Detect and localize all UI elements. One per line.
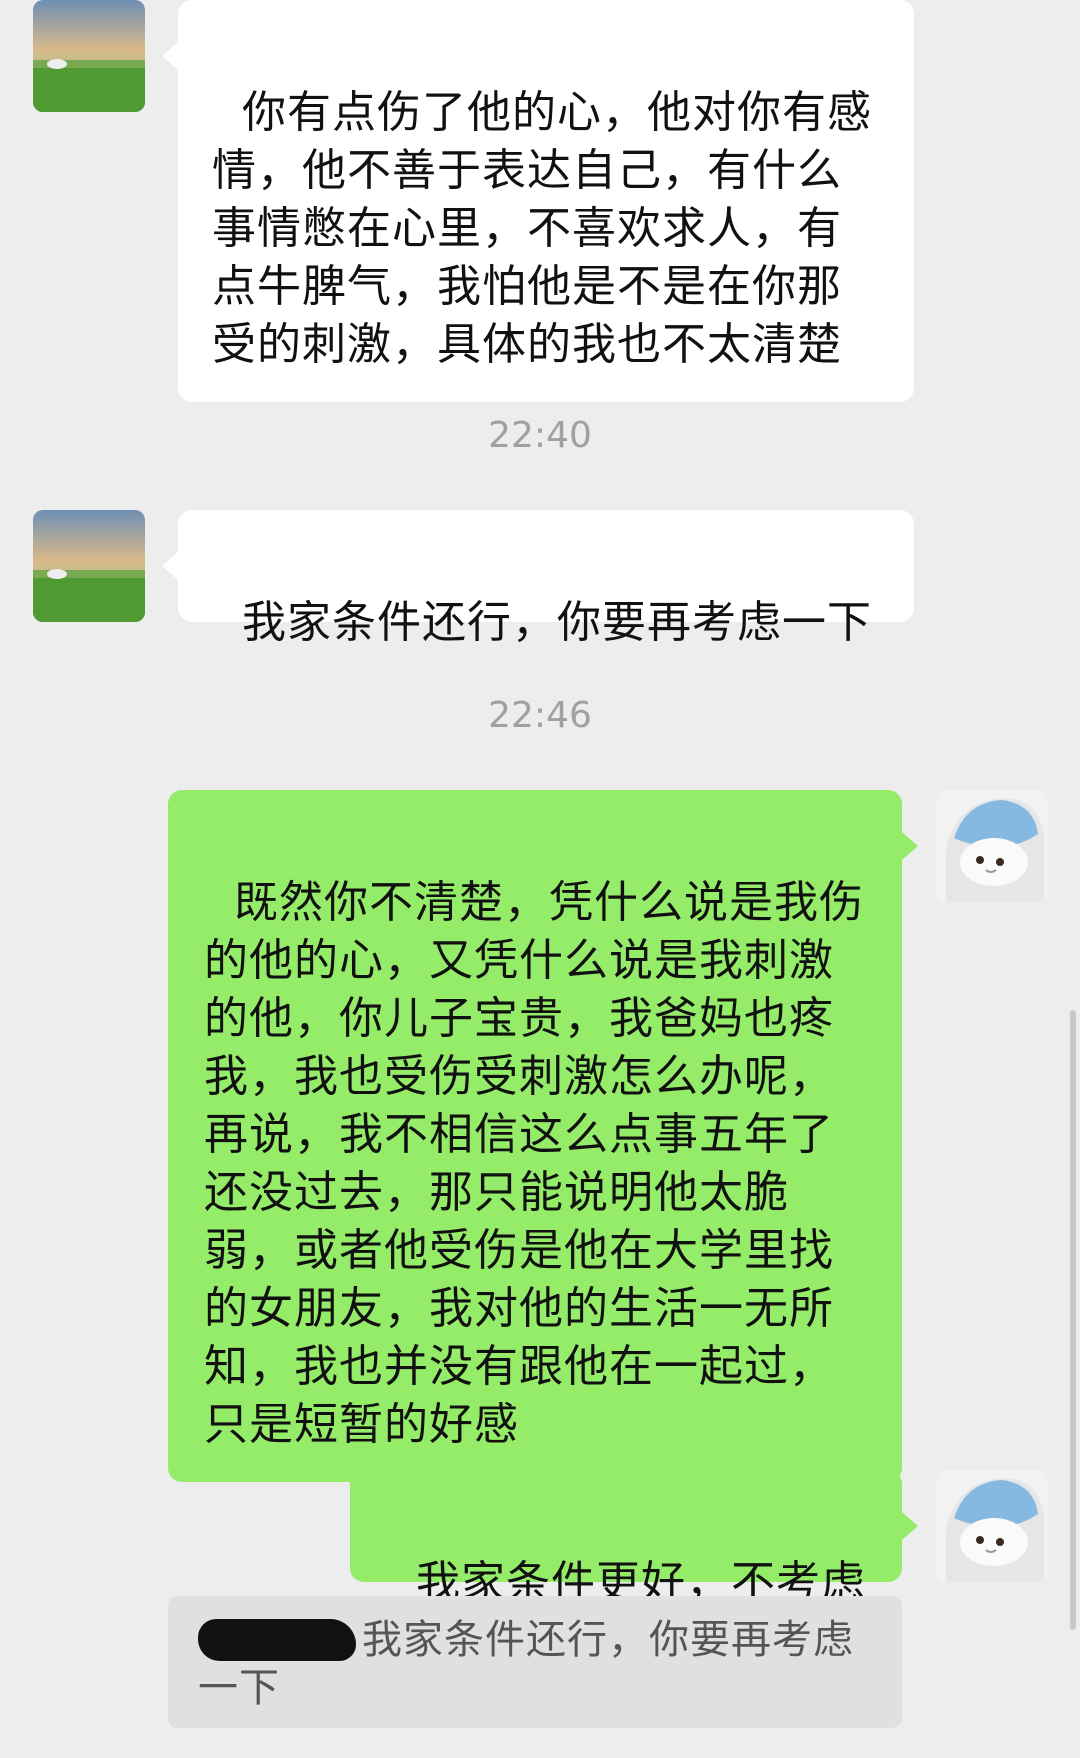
incoming-message-bubble[interactable]: 你有点伤了他的心，他对你有感情，他不善于表达自己，有什么事情憋在心里，不喜欢求人… [162, 0, 914, 402]
redacted-sender-name [198, 1619, 356, 1661]
self-avatar[interactable] [936, 1470, 1048, 1582]
message-text: 你有点伤了他的心，他对你有感情，他不善于表达自己，有什么事情憋在心里，不喜欢求人… [212, 87, 872, 370]
contact-avatar[interactable] [33, 510, 145, 622]
plush-toy-avatar-icon [936, 790, 1048, 902]
timestamp: 22:40 [488, 415, 592, 456]
outgoing-message-bubble[interactable]: 我家条件更好，不考虑 [350, 1470, 918, 1608]
quoted-message[interactable]: 我家条件还行，你要再考虑一下 [168, 1596, 902, 1728]
timestamp: 22:46 [488, 695, 592, 736]
grassland-avatar-icon [33, 510, 145, 622]
grassland-avatar-icon [33, 0, 145, 112]
self-avatar[interactable] [936, 790, 1048, 902]
outgoing-message-bubble[interactable]: 既然你不清楚，凭什么说是我伤的他的心，又凭什么说是我刺激的他，你儿子宝贵，我爸妈… [168, 790, 918, 1482]
scrollbar[interactable] [1070, 1010, 1076, 1630]
incoming-message-bubble[interactable]: 我家条件还行，你要再考虑一下 [162, 510, 914, 648]
contact-avatar[interactable] [33, 0, 145, 112]
plush-toy-avatar-icon [936, 1470, 1048, 1582]
message-text: 既然你不清楚，凭什么说是我伤的他的心，又凭什么说是我刺激的他，你儿子宝贵，我爸妈… [204, 877, 864, 1450]
message-text: 我家条件还行，你要再考虑一下 [241, 597, 872, 648]
